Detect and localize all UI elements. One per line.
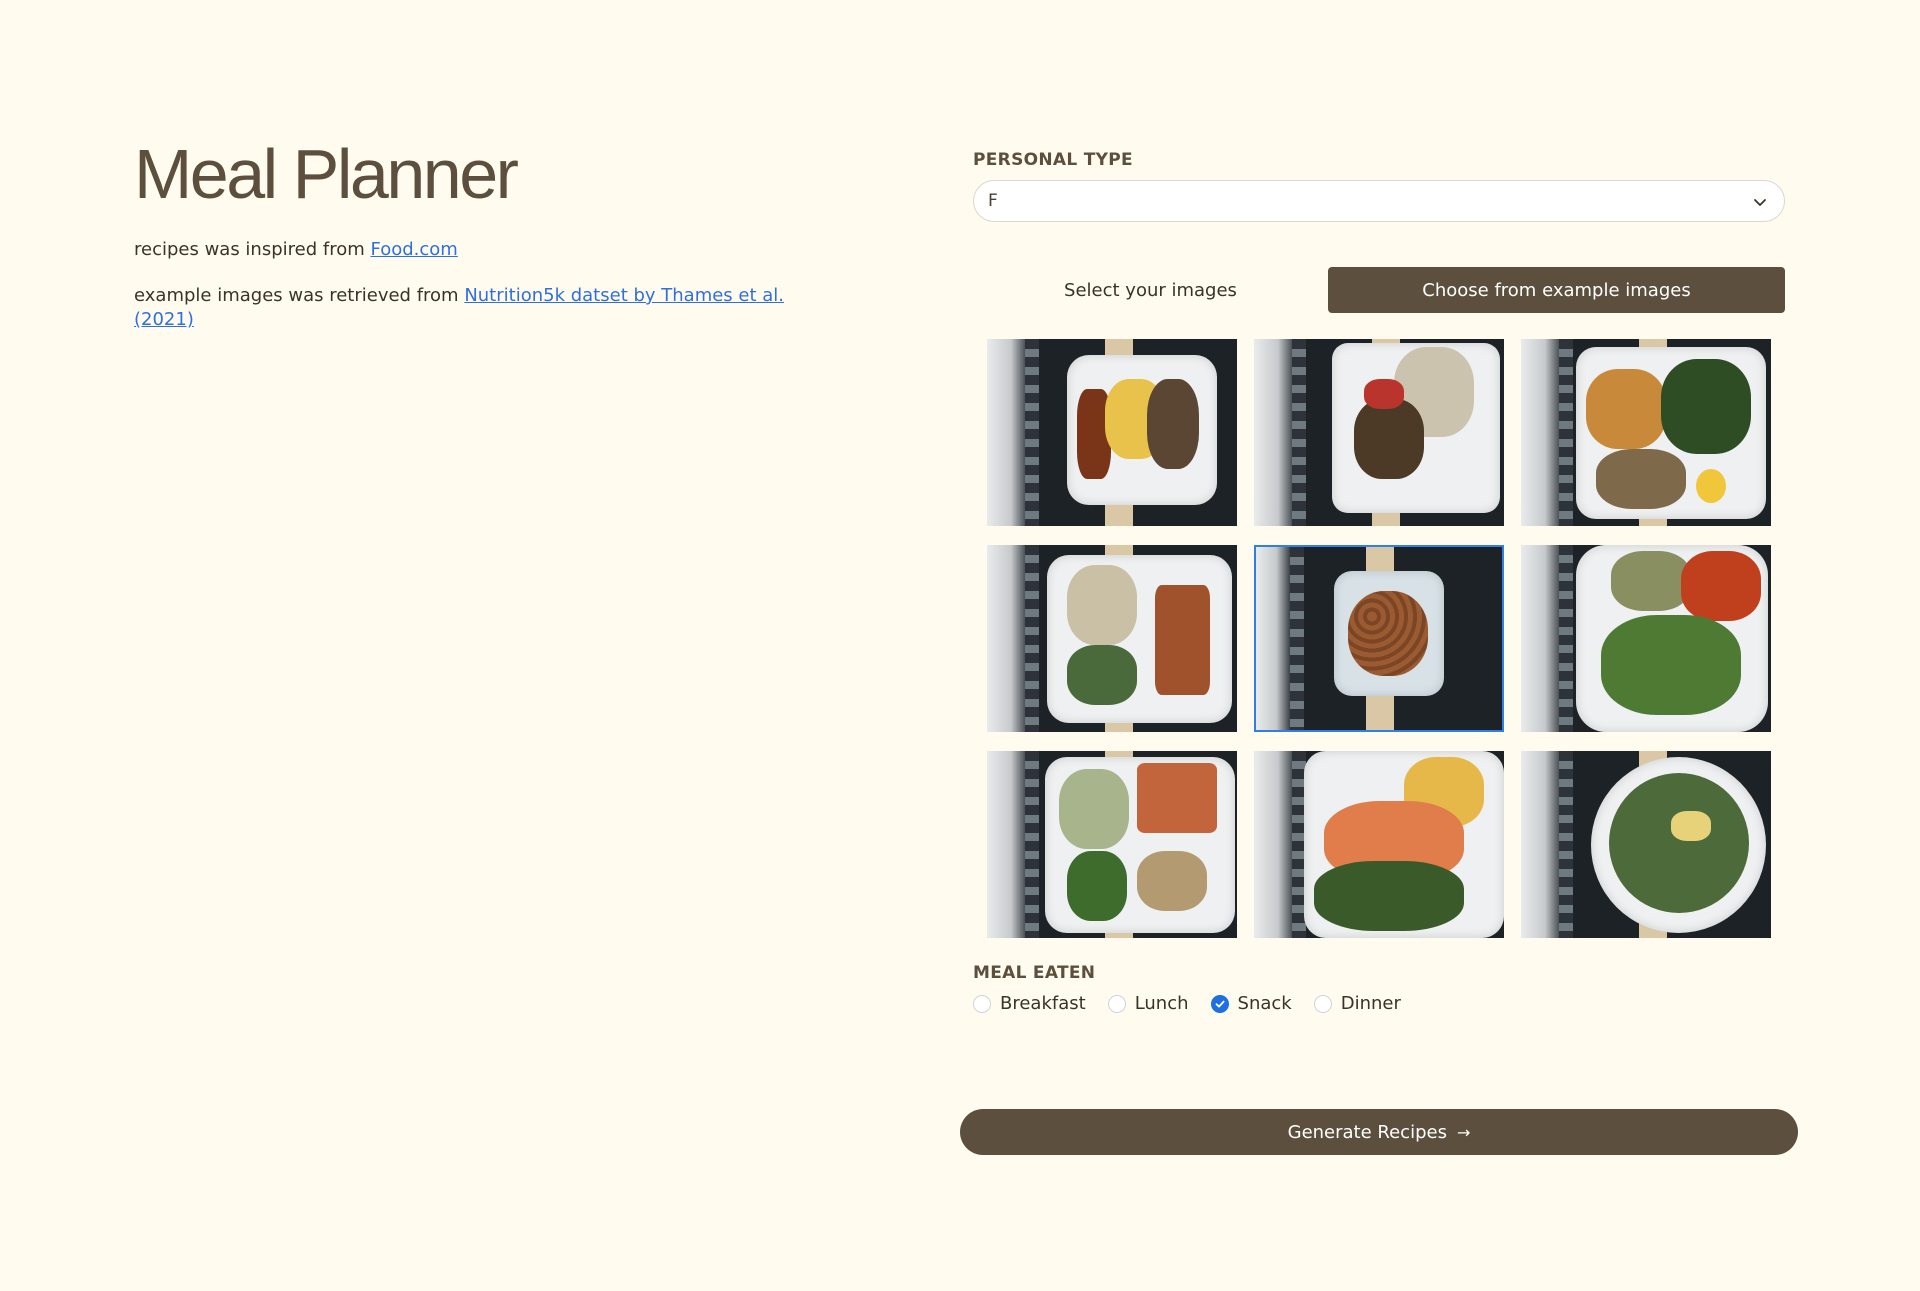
radio-lunch[interactable]: Lunch bbox=[1107, 993, 1189, 1014]
food bbox=[1067, 565, 1137, 645]
food bbox=[1348, 591, 1428, 676]
image-tray-rail bbox=[1559, 751, 1573, 938]
image-background bbox=[1521, 339, 1561, 526]
food bbox=[1596, 449, 1686, 509]
image-tray-rail bbox=[1292, 339, 1306, 526]
arrow-right-icon: → bbox=[1456, 1122, 1471, 1142]
food bbox=[1661, 359, 1751, 454]
food bbox=[1137, 851, 1207, 911]
radio-circle[interactable] bbox=[1107, 994, 1126, 1013]
meal-eaten-section: MEAL EATEN Breakfast Lunch Snack Dinner bbox=[973, 963, 1785, 1014]
generate-label: Generate Recipes bbox=[1287, 1121, 1447, 1143]
tab-select-your-images[interactable]: Select your images bbox=[973, 267, 1328, 313]
image-background bbox=[1256, 547, 1290, 730]
radio-label: Lunch bbox=[1134, 993, 1189, 1014]
food bbox=[1354, 399, 1424, 479]
food bbox=[1067, 851, 1127, 921]
meal-radio-group: Breakfast Lunch Snack Dinner bbox=[973, 993, 1785, 1014]
generate-recipes-button[interactable]: Generate Recipes → bbox=[960, 1109, 1798, 1155]
food bbox=[1059, 769, 1129, 849]
example-image-4[interactable] bbox=[987, 545, 1237, 732]
radio-circle[interactable] bbox=[973, 994, 991, 1013]
page: Meal Planner recipes was inspired from F… bbox=[0, 0, 1920, 1291]
food bbox=[1155, 585, 1210, 695]
radio-dinner[interactable]: Dinner bbox=[1313, 993, 1401, 1014]
check-icon bbox=[1215, 1000, 1225, 1007]
food bbox=[1067, 645, 1137, 705]
example-image-6[interactable] bbox=[1521, 545, 1771, 732]
recipes-credit-text: recipes was inspired from bbox=[134, 239, 371, 260]
image-background bbox=[987, 339, 1027, 526]
image-tray-rail bbox=[1559, 545, 1573, 732]
example-image-1[interactable] bbox=[987, 339, 1237, 526]
example-image-7[interactable] bbox=[987, 751, 1237, 938]
personal-type-select[interactable]: F bbox=[973, 180, 1785, 222]
chevron-down-icon bbox=[1754, 199, 1766, 206]
image-background bbox=[987, 751, 1027, 938]
radio-label: Dinner bbox=[1340, 993, 1401, 1014]
food bbox=[1601, 615, 1741, 715]
food bbox=[1314, 861, 1464, 931]
radio-label: Snack bbox=[1237, 993, 1292, 1014]
images-credit: example images was retrieved from Nutrit… bbox=[134, 284, 834, 332]
images-credit-text: example images was retrieved from bbox=[134, 285, 465, 306]
radio-snack[interactable]: Snack bbox=[1210, 993, 1292, 1014]
image-tray-rail bbox=[1025, 751, 1039, 938]
food bbox=[1609, 773, 1749, 913]
radio-circle-checked[interactable] bbox=[1210, 994, 1229, 1013]
example-image-3[interactable] bbox=[1521, 339, 1771, 526]
image-background bbox=[1254, 751, 1294, 938]
recipes-credit: recipes was inspired from Food.com bbox=[134, 238, 834, 262]
food bbox=[1137, 763, 1217, 833]
example-image-gallery bbox=[987, 339, 1773, 938]
meal-eaten-label: MEAL EATEN bbox=[973, 963, 1096, 983]
example-image-9[interactable] bbox=[1521, 751, 1771, 938]
food-com-link[interactable]: Food.com bbox=[370, 239, 457, 260]
food bbox=[1671, 811, 1711, 841]
image-background bbox=[1521, 751, 1561, 938]
image-background bbox=[1254, 339, 1294, 526]
image-source-tabs: Select your images Choose from example i… bbox=[973, 267, 1785, 313]
food bbox=[1696, 469, 1726, 503]
food bbox=[1364, 379, 1404, 409]
form-panel: PERSONAL TYPE F Select your images Choos… bbox=[973, 150, 1785, 1014]
example-image-2[interactable] bbox=[1254, 339, 1504, 526]
intro-panel: Meal Planner recipes was inspired from F… bbox=[134, 130, 834, 354]
radio-breakfast[interactable]: Breakfast bbox=[973, 993, 1086, 1014]
image-tray-rail bbox=[1025, 545, 1039, 732]
example-image-8[interactable] bbox=[1254, 751, 1504, 938]
food bbox=[1147, 379, 1199, 469]
image-background bbox=[987, 545, 1027, 732]
food bbox=[1681, 551, 1761, 621]
personal-type-label: PERSONAL TYPE bbox=[973, 150, 1133, 170]
image-tray-rail bbox=[1025, 339, 1039, 526]
personal-type-value: F bbox=[988, 191, 998, 211]
food bbox=[1586, 369, 1666, 449]
radio-label: Breakfast bbox=[1000, 993, 1086, 1014]
food bbox=[1611, 551, 1691, 611]
radio-circle[interactable] bbox=[1313, 994, 1332, 1013]
image-tray-rail bbox=[1559, 339, 1573, 526]
page-title: Meal Planner bbox=[134, 135, 519, 213]
image-background bbox=[1521, 545, 1561, 732]
tab-choose-example-images[interactable]: Choose from example images bbox=[1328, 267, 1785, 313]
example-image-5[interactable] bbox=[1254, 545, 1504, 732]
image-tray-rail bbox=[1290, 547, 1304, 730]
